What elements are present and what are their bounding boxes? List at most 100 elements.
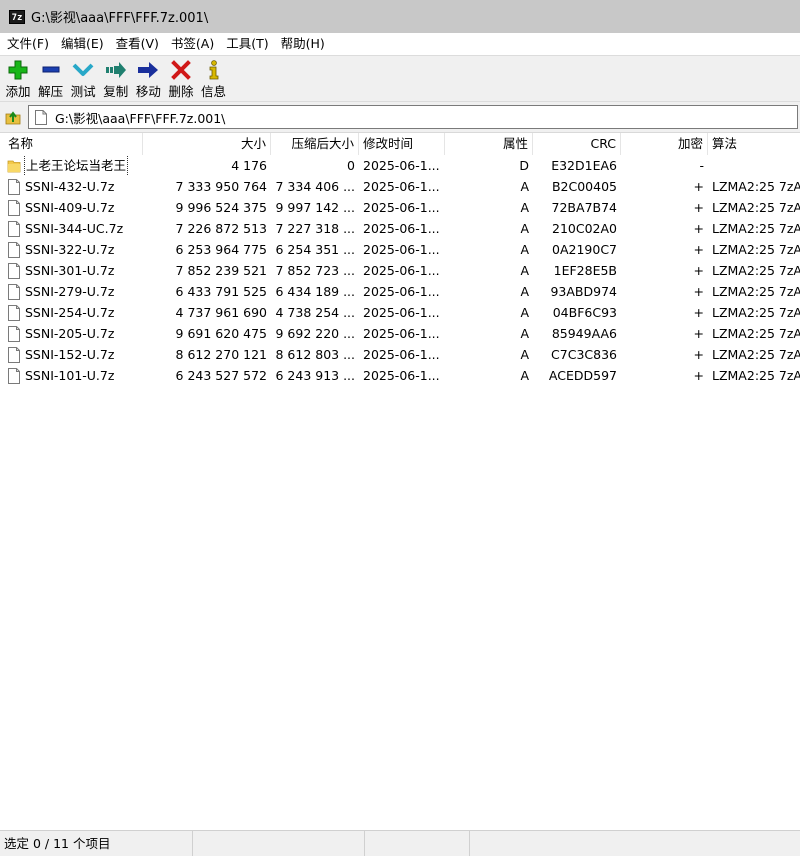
file-row[interactable]: SSNI-432-U.7z 7 333 950 764 7 334 406 ... 2… — [0, 176, 800, 197]
name-cell[interactable]: SSNI-152-U.7z — [0, 344, 143, 365]
column-header-method[interactable]: 算法 — [708, 133, 800, 155]
size-cell: 7 226 872 513 — [175, 221, 267, 236]
column-header-attributes[interactable]: 属性 — [445, 133, 533, 155]
menu-help[interactable]: 帮助(H) — [275, 33, 331, 55]
folder-row[interactable]: 上老王论坛当老王 4 176 0 2025-06-1... D E32D1EA6 - — [0, 155, 800, 176]
file-row[interactable]: SSNI-322-U.7z 6 253 964 775 6 254 351 ... 2… — [0, 239, 800, 260]
name-cell[interactable]: SSNI-254-U.7z — [0, 302, 143, 323]
menu-bookmarks[interactable]: 书签(A) — [165, 33, 220, 55]
column-header-crc[interactable]: CRC — [533, 133, 621, 155]
file-row[interactable]: SSNI-301-U.7z 7 852 239 521 7 852 723 ... 2… — [0, 260, 800, 281]
crc-cell: E32D1EA6 — [551, 158, 617, 173]
file-icon — [8, 304, 20, 321]
file-row[interactable]: SSNI-101-U.7z 6 243 527 572 6 243 913 ... 2… — [0, 365, 800, 386]
attributes-cell: A — [520, 284, 529, 299]
name-cell[interactable]: 上老王论坛当老王 — [0, 155, 143, 176]
check-icon — [72, 59, 94, 81]
file-row[interactable]: SSNI-409-U.7z 9 996 524 375 9 997 142 ... 2… — [0, 197, 800, 218]
encrypted-cell: + — [693, 263, 704, 278]
packed-size-cell: 6 243 913 ... — [275, 368, 355, 383]
packed-size-cell: 8 612 803 ... — [275, 347, 355, 362]
up-folder-button[interactable] — [2, 106, 24, 128]
column-header-packed-size[interactable]: 压缩后大小 — [271, 133, 359, 155]
copy-button[interactable]: 复制 — [100, 56, 132, 102]
info-icon — [203, 59, 225, 81]
info-button[interactable]: 信息 — [198, 56, 230, 102]
menu-edit[interactable]: 编辑(E) — [55, 33, 110, 55]
file-row[interactable]: SSNI-205-U.7z 9 691 620 475 9 692 220 ... 2… — [0, 323, 800, 344]
file-row[interactable]: SSNI-152-U.7z 8 612 270 121 8 612 803 ... 2… — [0, 344, 800, 365]
modified-cell: 2025-06-1... — [363, 368, 440, 383]
name-cell[interactable]: SSNI-101-U.7z — [0, 365, 143, 386]
method-cell: LZMA2:25 7zA — [712, 368, 800, 383]
status-segment-2 — [193, 831, 365, 856]
item-name: SSNI-432-U.7z — [25, 179, 115, 194]
file-list[interactable]: 名称 大小 压缩后大小 修改时间 属性 CRC 加密 算法 上老王论坛当老王 4 … — [0, 132, 800, 831]
move-button-label: 移动 — [135, 84, 161, 99]
column-header-size[interactable]: 大小 — [143, 133, 271, 155]
minus-icon — [40, 59, 62, 81]
name-cell[interactable]: SSNI-279-U.7z — [0, 281, 143, 302]
file-row[interactable]: SSNI-344-UC.7z 7 226 872 513 7 227 318 ...… — [0, 218, 800, 239]
method-cell: LZMA2:25 7zA — [712, 179, 800, 194]
delete-button-label: 删除 — [168, 84, 194, 99]
copy-button-label: 复制 — [103, 84, 129, 99]
packed-size-cell: 9 692 220 ... — [275, 326, 355, 341]
status-selection: 选定 0 / 11 个项目 — [0, 831, 193, 856]
list-rows: 上老王论坛当老王 4 176 0 2025-06-1... D E32D1EA6 - SSNI… — [0, 155, 800, 386]
method-cell: LZMA2:25 7zA — [712, 263, 800, 278]
name-cell[interactable]: SSNI-344-UC.7z — [0, 218, 143, 239]
packed-size-cell: 0 — [347, 158, 355, 173]
attributes-cell: A — [520, 200, 529, 215]
menu-tools[interactable]: 工具(T) — [220, 33, 274, 55]
toolbar: 添加 解压 测试 复制 移动 删除 信息 — [0, 55, 800, 102]
extract-button-label: 解压 — [38, 84, 64, 99]
move-button[interactable]: 移动 — [132, 56, 164, 102]
item-name: SSNI-101-U.7z — [25, 368, 115, 383]
name-cell[interactable]: SSNI-301-U.7z — [0, 260, 143, 281]
menu-file[interactable]: 文件(F) — [0, 33, 55, 55]
file-icon — [8, 367, 20, 384]
method-cell: LZMA2:25 7zA — [712, 326, 800, 341]
file-icon — [8, 262, 20, 279]
up-folder-icon — [5, 111, 21, 125]
column-header-name[interactable]: 名称 — [0, 133, 143, 155]
size-cell: 7 333 950 764 — [175, 179, 267, 194]
file-icon — [8, 325, 20, 342]
path-input[interactable]: G:\影视\aaa\FFF\FFF.7z.001\ — [28, 105, 798, 129]
file-row[interactable]: SSNI-279-U.7z 6 433 791 525 6 434 189 ... 2… — [0, 281, 800, 302]
method-cell: LZMA2:25 7zA — [712, 284, 800, 299]
test-button[interactable]: 测试 — [67, 56, 99, 102]
name-cell[interactable]: SSNI-432-U.7z — [0, 176, 143, 197]
packed-size-cell: 7 852 723 ... — [275, 263, 355, 278]
size-cell: 6 433 791 525 — [175, 284, 267, 299]
test-button-label: 测试 — [70, 84, 96, 99]
item-name: SSNI-254-U.7z — [25, 305, 115, 320]
name-cell[interactable]: SSNI-205-U.7z — [0, 323, 143, 344]
packed-size-cell: 4 738 254 ... — [275, 305, 355, 320]
menu-bar: 文件(F) 编辑(E) 查看(V) 书签(A) 工具(T) 帮助(H) — [0, 33, 800, 55]
file-row[interactable]: SSNI-254-U.7z 4 737 961 690 4 738 254 ... 2… — [0, 302, 800, 323]
add-button[interactable]: 添加 — [2, 56, 34, 102]
modified-cell: 2025-06-1... — [363, 284, 440, 299]
menu-view[interactable]: 查看(V) — [110, 33, 165, 55]
crc-cell: 0A2190C7 — [552, 242, 617, 257]
app-window: 7z G:\影视\aaa\FFF\FFF.7z.001\ 文件(F) 编辑(E)… — [0, 0, 800, 856]
modified-cell: 2025-06-1... — [363, 263, 440, 278]
title-bar[interactable]: 7z G:\影视\aaa\FFF\FFF.7z.001\ — [0, 0, 800, 33]
encrypted-cell: + — [693, 284, 704, 299]
address-bar: G:\影视\aaa\FFF\FFF.7z.001\ — [0, 102, 800, 132]
size-cell: 9 691 620 475 — [175, 326, 267, 341]
item-name: SSNI-152-U.7z — [25, 347, 115, 362]
modified-cell: 2025-06-1... — [363, 305, 440, 320]
column-header-encrypted[interactable]: 加密 — [621, 133, 708, 155]
name-cell[interactable]: SSNI-322-U.7z — [0, 239, 143, 260]
file-icon — [8, 178, 20, 195]
delete-button[interactable]: 删除 — [165, 56, 197, 102]
item-name: SSNI-301-U.7z — [25, 263, 115, 278]
info-button-label: 信息 — [201, 84, 227, 99]
name-cell[interactable]: SSNI-409-U.7z — [0, 197, 143, 218]
modified-cell: 2025-06-1... — [363, 200, 440, 215]
extract-button[interactable]: 解压 — [35, 56, 67, 102]
column-header-modified[interactable]: 修改时间 — [359, 133, 445, 155]
